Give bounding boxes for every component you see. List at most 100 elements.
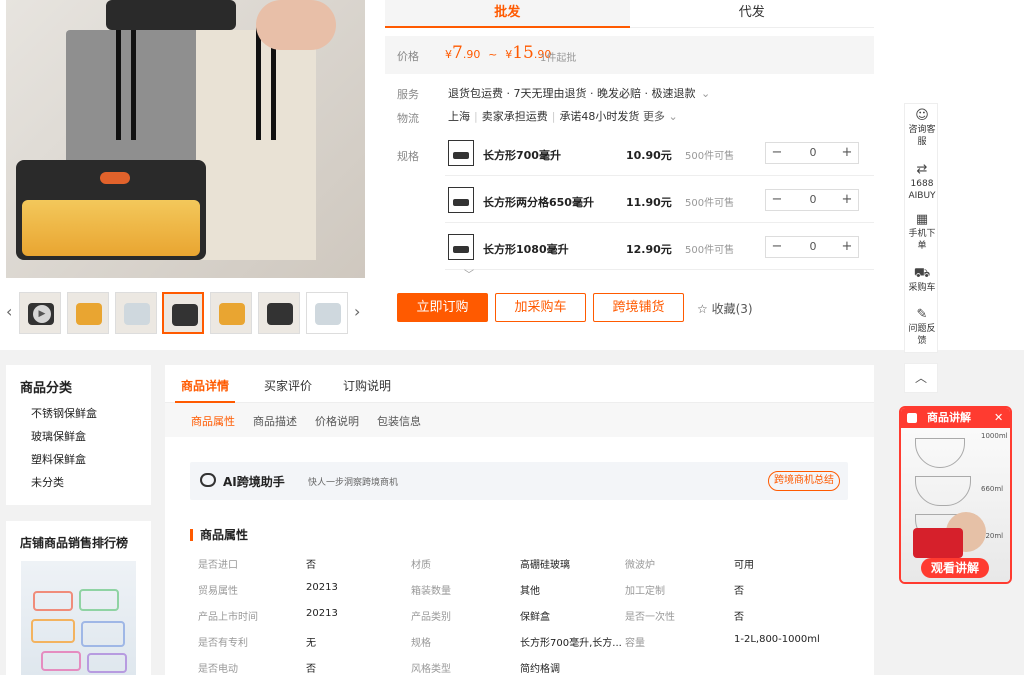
- attr-value: 否: [734, 586, 744, 597]
- back-to-top-button[interactable]: ︿: [904, 363, 938, 393]
- sku-thumbnail[interactable]: [448, 140, 474, 166]
- product-video-widget[interactable]: 商品讲解 ✕ 1000ml 660ml 420ml 观看讲解: [899, 406, 1012, 584]
- cart-button[interactable]: ⛟ 采购车: [905, 266, 939, 294]
- favorite-button[interactable]: ☆ 收藏(3): [697, 300, 753, 317]
- container-illustration: [16, 160, 206, 260]
- category-item[interactable]: 不锈钢保鲜盒: [31, 405, 97, 421]
- thumbnail[interactable]: [67, 292, 109, 334]
- sku-row: 长方形1080毫升 12.90元 500件可售 − 0 +: [445, 224, 874, 270]
- star-icon: ☆: [697, 302, 708, 316]
- minus-button[interactable]: −: [766, 144, 788, 162]
- lid-logo: [100, 172, 130, 184]
- attr-key: 规格: [411, 638, 431, 649]
- mobile-order-button[interactable]: ▦ 手机下单: [905, 212, 939, 252]
- sku-stock: 500件可售: [685, 245, 735, 256]
- thumbnail-selected[interactable]: [162, 292, 204, 334]
- attr-value: 保鲜盒: [520, 612, 550, 623]
- quantity-input[interactable]: 0: [802, 191, 824, 209]
- edit-icon: ✎: [916, 307, 928, 322]
- sku-price: 11.90元: [626, 196, 672, 209]
- attr-key: 是否进口: [198, 560, 238, 571]
- attr-key: 容量: [625, 638, 645, 649]
- quantity-input[interactable]: 0: [802, 144, 824, 162]
- hand-illustration: [256, 0, 336, 50]
- min-order-qty: 1件起批: [540, 53, 577, 64]
- video-title: 商品讲解: [927, 411, 971, 424]
- chevron-down-icon: ⌄: [668, 110, 678, 123]
- container-illustration: [106, 0, 236, 30]
- sku-stock: 500件可售: [685, 151, 735, 162]
- logistics-row: 上海 | 卖家承担运费 | 承诺48小时发货 更多 ⌄: [448, 110, 678, 123]
- tab-order-notes[interactable]: 订购说明: [343, 377, 391, 394]
- attr-value: 否: [734, 612, 744, 623]
- plus-button[interactable]: +: [836, 238, 858, 256]
- feedback-button[interactable]: ✎ 问题反馈: [905, 307, 939, 347]
- consult-service-button[interactable]: ☺ 咨询客服: [905, 108, 939, 148]
- sku-stock: 500件可售: [685, 198, 735, 209]
- logistics-more-link[interactable]: 更多 ⌄: [643, 110, 678, 123]
- service-row[interactable]: 退货包运费 · 7天无理由退货 · 晚发必赔 · 极速退款 ⌄: [448, 85, 710, 101]
- thumbnail[interactable]: [115, 292, 157, 334]
- thumbnail[interactable]: [306, 292, 348, 334]
- category-panel: 商品分类 不锈钢保鲜盒 玻璃保鲜盒 塑料保鲜盒 未分类: [6, 365, 151, 505]
- thumbnail[interactable]: [210, 292, 252, 334]
- sku-name: 长方形1080毫升: [483, 243, 569, 256]
- attr-key: 是否一次性: [625, 612, 675, 623]
- attr-key: 箱装数量: [411, 586, 451, 597]
- tab-dropship[interactable]: 代发: [629, 0, 874, 28]
- chat-icon: ☺: [915, 108, 929, 123]
- sku-thumbnail[interactable]: [448, 187, 474, 213]
- plus-button[interactable]: +: [836, 191, 858, 209]
- subtab-attributes[interactable]: 商品属性: [191, 413, 235, 429]
- chevron-left-icon[interactable]: ‹: [6, 302, 12, 321]
- sku-name: 长方形700毫升: [483, 149, 561, 162]
- ranking-product-image[interactable]: [21, 561, 136, 675]
- quantity-stepper: − 0 +: [765, 189, 859, 211]
- ranking-title: 店铺商品销售排行榜: [20, 536, 129, 550]
- quantity-input[interactable]: 0: [802, 238, 824, 256]
- category-item[interactable]: 未分类: [31, 474, 64, 490]
- ai-assistant-banner: AI跨境助手 快人一步洞察跨境商机 跨境商机总结: [190, 462, 848, 500]
- crossborder-button[interactable]: 跨境铺货: [593, 293, 684, 322]
- quantity-stepper: − 0 +: [765, 142, 859, 164]
- ship-from: 上海: [448, 110, 470, 123]
- ship-promise: 承诺48小时发货: [559, 110, 640, 123]
- subtab-price-info[interactable]: 价格说明: [315, 413, 359, 429]
- food-illustration: [22, 200, 200, 256]
- watch-video-button[interactable]: 观看讲解: [921, 558, 989, 578]
- order-now-button[interactable]: 立即订购: [397, 293, 488, 322]
- purchase-mode-tabs: 批发 代发: [385, 0, 874, 28]
- bowl-illustration: [915, 438, 965, 468]
- aibuy-button[interactable]: ⇄ 1688 AIBUY: [905, 162, 939, 202]
- tab-product-detail[interactable]: 商品详情: [181, 377, 229, 394]
- sku-thumbnail[interactable]: [448, 234, 474, 260]
- play-icon: [907, 413, 917, 423]
- chevron-right-icon[interactable]: ›: [354, 302, 360, 321]
- minus-button[interactable]: −: [766, 191, 788, 209]
- thumbnail[interactable]: [258, 292, 300, 334]
- ai-summary-button[interactable]: 跨境商机总结: [768, 471, 840, 491]
- chevron-down-icon[interactable]: ﹀: [458, 266, 480, 281]
- tab-buyer-reviews[interactable]: 买家评价: [264, 377, 312, 394]
- can-illustration: [913, 528, 963, 558]
- product-main-image[interactable]: [6, 0, 365, 278]
- tab-wholesale[interactable]: 批发: [385, 0, 630, 28]
- plus-button[interactable]: +: [836, 144, 858, 162]
- subtab-packaging[interactable]: 包装信息: [377, 413, 421, 429]
- thumbnail-video[interactable]: ▶: [19, 292, 61, 334]
- attr-key: 是否有专利: [198, 638, 248, 649]
- category-item[interactable]: 玻璃保鲜盒: [31, 428, 86, 444]
- add-to-cart-button[interactable]: 加采购车: [495, 293, 586, 322]
- detail-subtabs: 商品属性 商品描述 价格说明 包装信息: [165, 403, 874, 437]
- video-header: 商品讲解 ✕: [901, 408, 1010, 428]
- category-item[interactable]: 塑料保鲜盒: [31, 451, 86, 467]
- attr-value: 高硼硅玻璃: [520, 560, 570, 571]
- capacity-label: 660ml: [981, 485, 1004, 493]
- minus-button[interactable]: −: [766, 238, 788, 256]
- product-top-section: ‹ ▶ › 批发 代发 价格 ¥7.90 ~ ¥15.90 1件起批 服务 退货…: [0, 0, 1024, 350]
- close-icon[interactable]: ✕: [994, 408, 1003, 428]
- detail-tabs: 商品详情 买家评价 订购说明: [165, 365, 874, 403]
- sku-row: 长方形700毫升 10.90元 500件可售 − 0 +: [445, 130, 874, 176]
- attr-value: 1-2L,800-1000ml: [734, 634, 820, 645]
- subtab-description[interactable]: 商品描述: [253, 413, 297, 429]
